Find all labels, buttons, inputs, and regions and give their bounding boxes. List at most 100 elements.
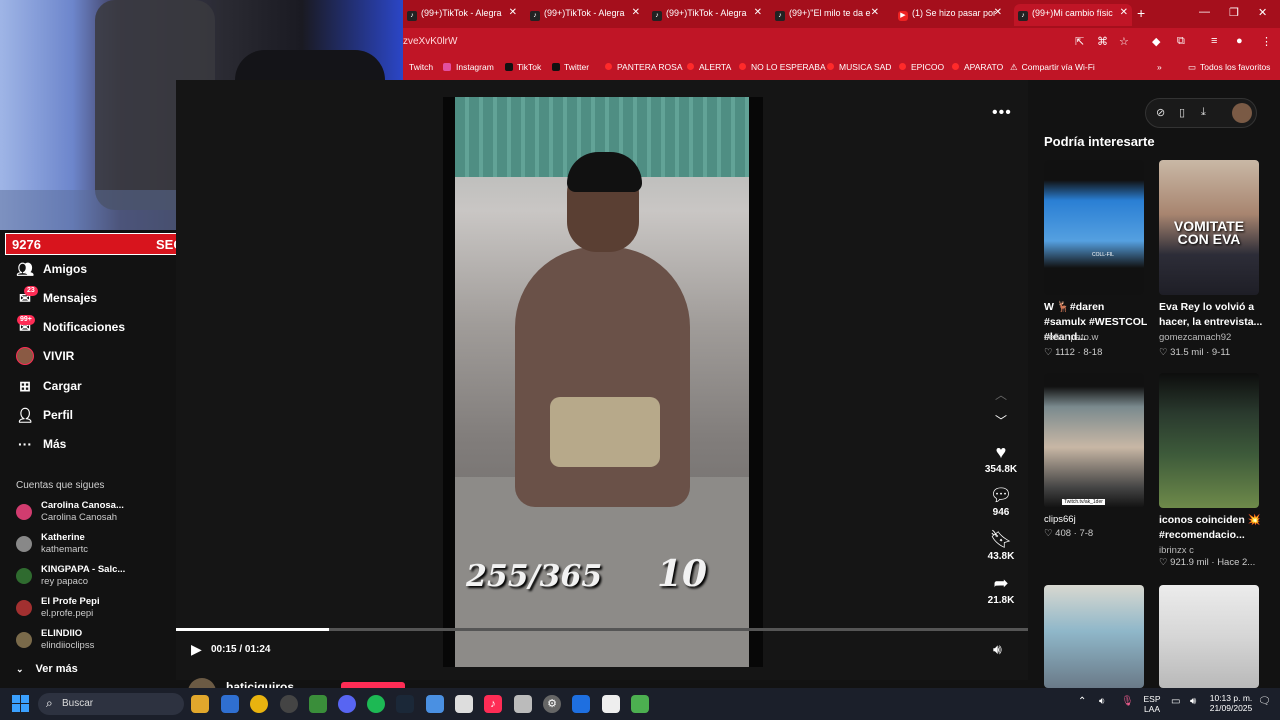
browser-menu-icon[interactable]: ⋮ — [1261, 35, 1272, 48]
translate-icon[interactable]: ⌘ — [1097, 35, 1108, 48]
language-indicator[interactable]: ESP LAA — [1142, 694, 1162, 714]
bookmark-epicoo[interactable]: EPICOO — [899, 62, 944, 72]
close-icon[interactable]: ✕ — [509, 7, 517, 18]
search-icon: ⌕ — [46, 696, 53, 710]
heart-outline-icon: ♡ — [1044, 528, 1053, 539]
browser-tab[interactable]: ♪ (99+)TikTok - Alegra ✕ — [648, 4, 766, 26]
media-control-icon[interactable]: ≡ — [1211, 35, 1217, 47]
more-options-icon[interactable]: ••• — [992, 104, 1012, 122]
close-icon[interactable]: ✕ — [994, 7, 1002, 18]
following-account[interactable]: ELINDIIO elindiioclipss — [16, 628, 161, 658]
suggestions-title: Podría interesarte — [1044, 134, 1155, 149]
video-thumbnail: COLL-FIL — [1044, 160, 1144, 295]
bookmark-star-icon[interactable]: ☆ — [1119, 35, 1129, 48]
see-more-link[interactable]: ⌄ Ver más — [16, 663, 78, 675]
video-thumbnail: VOMITATE CON EVA — [1159, 160, 1259, 295]
play-icon[interactable]: ▶ — [191, 641, 202, 658]
bookmark-pantera-rosa[interactable]: PANTERA ROSA — [605, 62, 683, 72]
steam-icon[interactable] — [396, 695, 414, 713]
app-icon[interactable] — [309, 695, 327, 713]
chevron-up-icon[interactable]: ︿ — [995, 386, 1007, 403]
close-icon[interactable]: ✕ — [1120, 7, 1128, 18]
progress-bar[interactable] — [176, 628, 1028, 631]
tiktok-icon: ♪ — [1018, 11, 1028, 21]
file-explorer-icon[interactable] — [191, 695, 209, 713]
close-icon[interactable]: ✕ — [632, 7, 640, 18]
browser-tab[interactable]: ♪ (99+)TikTok - Alegra ✕ — [403, 4, 521, 26]
following-account[interactable]: El Profe Pepi el.profe.pepi — [16, 596, 161, 626]
browser-tab-active[interactable]: ♪ (99+)Mi cambio físic ✕ — [1014, 4, 1132, 26]
notification-center-icon[interactable]: 🗨︎ — [1258, 696, 1271, 707]
minimize-button[interactable]: — — [1199, 6, 1210, 18]
profile-avatar-icon[interactable]: ● — [1236, 35, 1243, 47]
tiktok-icon[interactable]: ♪ — [484, 695, 502, 713]
volume-icon[interactable]: 🔊︎ — [1190, 696, 1196, 707]
video-thumbnail — [1159, 373, 1259, 508]
browser-tab[interactable]: ♪ (99+)TikTok - Alegra ✕ — [526, 4, 644, 26]
share-count: 21.8K — [987, 595, 1015, 606]
bookmark-compartir[interactable]: ⚠ Compartir vía Wi-Fi — [1010, 62, 1095, 73]
address-bar — [403, 28, 1280, 56]
windows-start-icon[interactable] — [12, 695, 30, 713]
bookmark-musica-sad[interactable]: MUSICA SAD — [827, 62, 891, 72]
extension-icon[interactable]: ◆ — [1152, 35, 1160, 48]
comment-button[interactable]: 💬︎ 946 — [979, 485, 1023, 518]
folder-icon: ▭ — [1188, 62, 1197, 72]
chevron-up-icon[interactable]: ⌃ — [1078, 696, 1086, 707]
clock[interactable]: 10:13 p. m. 21/09/2025 — [1205, 693, 1257, 713]
like-button[interactable]: ♥ 354.8K — [979, 442, 1023, 475]
chrome-icon[interactable] — [250, 695, 268, 713]
microphone-icon[interactable]: 🎙︎ — [1121, 696, 1134, 707]
app-icon[interactable] — [602, 695, 620, 713]
download-icon[interactable]: ⤓ — [1201, 106, 1206, 119]
network-icon[interactable]: ▭ — [1171, 696, 1180, 707]
app-icon[interactable] — [426, 695, 444, 713]
following-account[interactable]: Katherine kathemartc — [16, 532, 161, 562]
all-bookmarks[interactable]: ▭ Todos los favoritos — [1188, 62, 1270, 73]
close-icon[interactable]: ✕ — [754, 7, 762, 18]
bookmark-instagram[interactable]: Instagram — [443, 62, 494, 72]
messages-badge: 23 — [24, 286, 38, 296]
friends-icon: 👥︎ — [16, 261, 34, 277]
bookmark-tiktok[interactable]: TikTok — [505, 62, 541, 72]
share-button[interactable]: ➦ 21.8K — [979, 573, 1023, 606]
bookmarks-overflow[interactable]: » — [1157, 62, 1162, 72]
chevron-down-icon[interactable]: ﹀ — [995, 412, 1007, 429]
bookmark-no-lo-esperaba[interactable]: NO LO ESPERABA — [739, 62, 826, 72]
url-field[interactable]: zveXvK0lrW — [403, 36, 457, 47]
avatar[interactable] — [1232, 103, 1252, 123]
bookmark-alerta[interactable]: ALERTA — [687, 62, 731, 72]
browser-tab[interactable]: ♪ (99+)"El milo te da e ✕ — [771, 4, 883, 26]
bookmark-twitter[interactable]: Twitter — [552, 62, 589, 72]
x-icon — [552, 63, 560, 71]
link-icon[interactable]: ⊘ — [1156, 106, 1165, 119]
tiktok-icon: ♪ — [652, 11, 662, 21]
window-close-button[interactable]: ✕ — [1258, 6, 1267, 19]
new-tab-button[interactable]: + — [1137, 5, 1145, 21]
store-icon[interactable] — [221, 695, 239, 713]
browser-tab[interactable]: ▶ (1) Se hizo pasar por ✕ — [894, 4, 1006, 26]
avatar — [16, 536, 32, 552]
cast-icon[interactable]: ⇱ — [1075, 35, 1084, 48]
minecraft-icon[interactable] — [631, 695, 649, 713]
app-icon[interactable] — [514, 695, 532, 713]
volume-icon[interactable]: 🔊︎ — [993, 641, 1002, 658]
spotify-icon[interactable] — [367, 695, 385, 713]
following-account[interactable]: KINGPAPA - Salc... rey papaco — [16, 564, 161, 594]
discord-icon[interactable] — [338, 695, 356, 713]
close-icon[interactable]: ✕ — [871, 7, 879, 18]
speaker-icon[interactable]: 🔉︎ — [1099, 696, 1105, 707]
save-button[interactable]: 🔖︎ 43.8K — [979, 529, 1023, 562]
phone-icon[interactable]: ▯ — [1179, 106, 1185, 119]
settings-icon[interactable]: ⚙ — [543, 695, 561, 713]
extensions-puzzle-icon[interactable]: ⧉ — [1177, 35, 1185, 48]
maximize-button[interactable]: ❐ — [1229, 6, 1239, 19]
notepad-icon[interactable] — [455, 695, 473, 713]
like-count: 354.8K — [984, 464, 1018, 475]
taskbar-search[interactable]: ⌕ Buscar — [38, 693, 184, 715]
bookmark-twitch[interactable]: Twitch — [409, 62, 433, 72]
obs-icon[interactable] — [280, 695, 298, 713]
bookmark-aparato[interactable]: APARATO — [952, 62, 1003, 72]
following-account[interactable]: Carolina Canosa... Carolina Canosah — [16, 500, 161, 530]
app-icon[interactable] — [572, 695, 590, 713]
